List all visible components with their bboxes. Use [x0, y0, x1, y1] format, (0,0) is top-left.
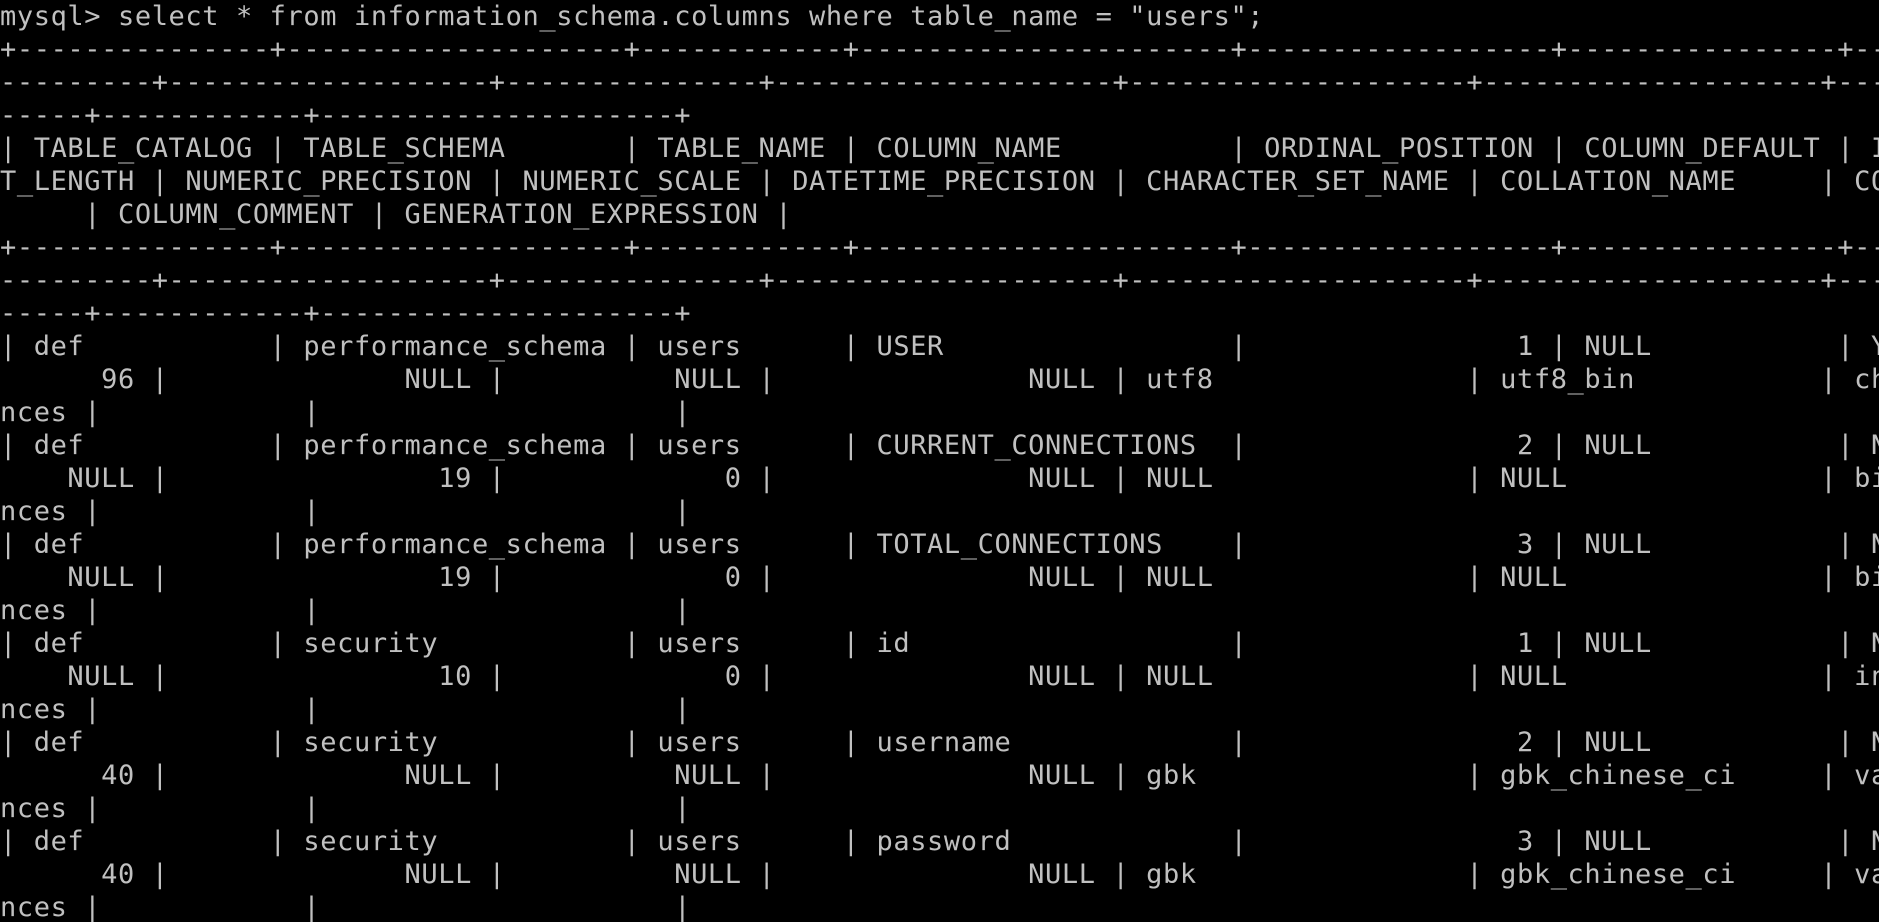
table-row-line: nces | | |: [0, 793, 692, 824]
prompt-command-line: mysql> select * from information_schema.…: [0, 1, 1265, 32]
table-row-line: nces | | |: [0, 397, 692, 428]
table-row-line: | def | security | users | username | 2 …: [0, 727, 1879, 758]
table-row-line: 40 | NULL | NULL | NULL | gbk | gbk_chin…: [0, 859, 1879, 890]
table-row-line: 40 | NULL | NULL | NULL | gbk | gbk_chin…: [0, 760, 1879, 791]
table-border-line: +---------------+--------------------+--…: [0, 232, 1879, 263]
table-row-line: NULL | 10 | 0 | NULL | NULL | NULL | int…: [0, 661, 1879, 692]
table-header-line: | TABLE_CATALOG | TABLE_SCHEMA | TABLE_N…: [0, 133, 1879, 164]
table-border-line: ---------+-------------------+----------…: [0, 265, 1879, 296]
table-row-line: 96 | NULL | NULL | NULL | utf8 | utf8_bi…: [0, 364, 1879, 395]
table-border-line: +---------------+--------------------+--…: [0, 34, 1879, 65]
table-row-line: nces | | |: [0, 892, 692, 922]
table-border-line: -----+------------+---------------------…: [0, 100, 692, 131]
table-header-line: T_LENGTH | NUMERIC_PRECISION | NUMERIC_S…: [0, 166, 1879, 197]
table-row-line: nces | | |: [0, 595, 692, 626]
table-row-line: | def | performance_schema | users | TOT…: [0, 529, 1879, 560]
table-row-line: NULL | 19 | 0 | NULL | NULL | NULL | big…: [0, 463, 1879, 494]
table-row-line: | def | security | users | password | 3 …: [0, 826, 1879, 857]
table-row-line: nces | | |: [0, 496, 692, 527]
table-row-line: nces | | |: [0, 694, 692, 725]
table-border-line: ---------+-------------------+----------…: [0, 67, 1879, 98]
table-row-line: | def | performance_schema | users | CUR…: [0, 430, 1879, 461]
table-row-line: NULL | 19 | 0 | NULL | NULL | NULL | big…: [0, 562, 1879, 593]
terminal-window[interactable]: mysql> select * from information_schema.…: [0, 0, 1879, 922]
table-row-line: | def | performance_schema | users | USE…: [0, 331, 1879, 362]
table-header-line: | COLUMN_COMMENT | GENERATION_EXPRESSION…: [0, 199, 793, 230]
table-row-line: | def | security | users | id | 1 | NULL…: [0, 628, 1879, 659]
table-border-line: -----+------------+---------------------…: [0, 298, 692, 329]
